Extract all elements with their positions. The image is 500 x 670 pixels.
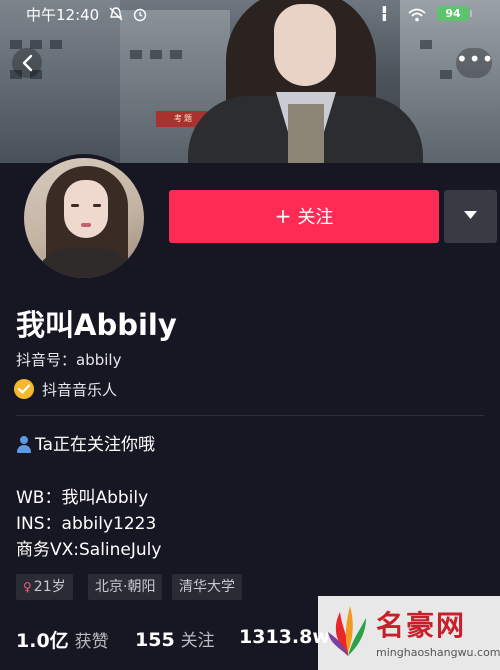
stat-followers-count: 1313.8w: [239, 626, 330, 648]
badge-label: 抖音音乐人: [42, 381, 118, 399]
stat-following-count: 155: [135, 629, 175, 651]
avatar[interactable]: [20, 154, 148, 282]
cover-window: [440, 70, 452, 79]
divider: [16, 415, 484, 416]
watermark-url: minghaoshangwu.com: [376, 646, 500, 659]
person-icon: [16, 435, 32, 453]
follow-button-label: 关注: [297, 207, 334, 228]
douyin-id: 抖音号：abbily: [16, 351, 122, 369]
cover-window: [170, 50, 182, 59]
status-time: 中午12:40: [26, 6, 100, 24]
tag-location: 北京·朝阳: [88, 574, 163, 600]
cover-window: [10, 40, 22, 49]
cover-window: [50, 40, 62, 49]
stat-followers[interactable]: 1313.8w: [239, 626, 330, 648]
tag-school: 清华大学: [172, 574, 242, 600]
mute-icon: [108, 6, 124, 22]
stat-likes-label: 获赞: [74, 632, 109, 652]
recommend-dropdown-button[interactable]: [444, 190, 497, 243]
cover-window: [30, 40, 42, 49]
female-icon: ♀: [23, 580, 32, 594]
more-button[interactable]: •••: [456, 47, 495, 78]
verified-check-icon: [14, 379, 34, 399]
plus-icon: +: [274, 204, 292, 228]
cover-window: [130, 50, 142, 59]
cover-window: [150, 50, 162, 59]
avatar-photo: [24, 158, 144, 278]
tag-age: ♀ 21岁: [16, 574, 73, 600]
cover-sweater: [288, 104, 324, 163]
chevron-down-icon: [464, 211, 477, 219]
status-bar: 中午12:40 ▮ ▮ 94: [0, 0, 500, 28]
bio-instagram: INS：abbily1223: [16, 514, 157, 534]
battery-indicator: 94: [437, 6, 472, 21]
wifi-icon: [408, 7, 426, 22]
stat-following[interactable]: 155 关注: [135, 626, 215, 651]
bio-business-wechat: 商务VX:SalineJuly: [16, 540, 162, 560]
bio-weibo: WB：我叫Abbily: [16, 488, 149, 508]
watermark-logo-icon: [328, 606, 366, 656]
nickname: 我叫Abbily: [16, 308, 177, 342]
bio-following-you: Ta正在关注你哦: [16, 430, 155, 455]
avatar-lips: [81, 223, 91, 227]
watermark-name: 名豪网: [376, 609, 467, 642]
stat-following-label: 关注: [180, 631, 215, 651]
more-dots-icon: •••: [456, 47, 495, 71]
stat-likes[interactable]: 1.0亿 获赞: [16, 626, 109, 653]
stat-likes-count: 1.0亿: [16, 630, 69, 652]
follow-button[interactable]: + 关注: [169, 190, 439, 243]
bio-following-text: Ta正在关注你哦: [35, 435, 155, 455]
avatar-eye: [71, 204, 79, 207]
avatar-eye: [93, 204, 101, 207]
alarm-icon: [132, 6, 148, 22]
signal-icon: ▮ ▮: [382, 5, 387, 23]
avatar-face: [64, 180, 108, 238]
tag-age-label: 21岁: [33, 579, 66, 595]
back-arrow-icon: [22, 54, 33, 72]
back-button[interactable]: [12, 48, 42, 78]
site-watermark: 名豪网 minghaoshangwu.com: [318, 596, 500, 670]
